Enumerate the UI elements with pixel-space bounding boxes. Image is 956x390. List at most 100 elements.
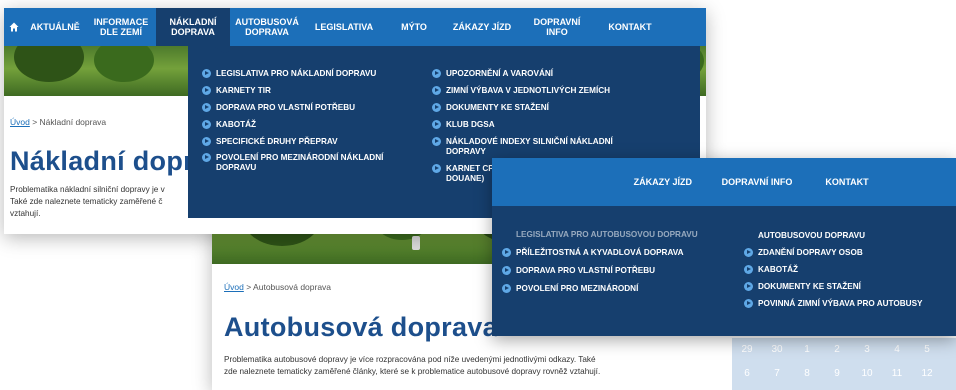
- calendar-day[interactable]: 9: [822, 368, 852, 379]
- main-nav: AKTUÁLNĚ INFORMACE DLE ZEMÍ NÁKLADNÍ DOP…: [4, 8, 706, 46]
- arrow-right-icon: [502, 248, 511, 257]
- mega-menu-item[interactable]: POVINNÁ ZIMNÍ VÝBAVA PRO AUTOBUSY: [744, 299, 954, 309]
- mega-menu-item-label: POVOLENÍ PRO MEZINÁRODNÍ: [516, 284, 639, 293]
- nav-myto[interactable]: MÝTO: [384, 8, 444, 46]
- mega-menu-item-label: DOKUMENTY KE STAŽENÍ: [758, 282, 861, 291]
- nav-zakazy-jizd[interactable]: ZÁKAZY JÍZD: [444, 8, 520, 46]
- mega-menu-item[interactable]: DOPRAVA PRO VLASTNÍ POTŘEBU: [202, 103, 412, 113]
- arrow-right-icon: [202, 153, 211, 162]
- intro-text: Problematika nákladní silniční dopravy j…: [10, 184, 200, 220]
- mega-menu-item-label: UPOZORNĚNÍ A VAROVÁNÍ: [446, 69, 554, 78]
- mega-menu-item[interactable]: KLUB DGSA: [432, 120, 642, 130]
- breadcrumb: Úvod > Autobusová doprava: [224, 282, 331, 292]
- main-nav: ZÁKAZY JÍZD DOPRAVNÍ INFO KONTAKT: [492, 158, 956, 206]
- calendar-day[interactable]: 29: [732, 344, 762, 355]
- mega-menu-item[interactable]: POVOLENÍ PRO MEZINÁRODNÍ: [502, 284, 740, 294]
- mega-menu-item[interactable]: ZDANĚNÍ DOPRAVY OSOB: [744, 248, 954, 258]
- mega-menu-item-label: PŘÍLEŽITOSTNÁ A KYVADLOVÁ DOPRAVA: [516, 248, 684, 257]
- intro-line: zde naleznete tematicky zaměřené články,…: [224, 367, 601, 376]
- intro-text: Problematika autobusové dopravy je více …: [224, 354, 704, 378]
- nav-aktualne[interactable]: AKTUÁLNĚ: [24, 8, 86, 46]
- calendar-day[interactable]: 2: [822, 344, 852, 355]
- calendar: 29 30 1 2 3 4 5 6 7 8 9 10 11 12: [732, 338, 956, 390]
- calendar-day[interactable]: 8: [792, 368, 822, 379]
- mega-menu-item[interactable]: NÁKLADOVÉ INDEXY SILNIČNÍ NÁKLADNÍ DOPRA…: [432, 137, 642, 157]
- home-icon: [9, 22, 19, 32]
- mega-menu-item-label: KABOTÁŽ: [758, 265, 799, 274]
- nav-kontakt[interactable]: KONTAKT: [594, 8, 666, 46]
- mega-menu-item-label: KLUB DGSA: [446, 120, 495, 129]
- breadcrumb-current: > Nákladní doprava: [29, 117, 107, 127]
- mega-menu-item-label: ZDANĚNÍ DOPRAVY OSOB: [758, 248, 863, 257]
- mega-menu-item[interactable]: DOKUMENTY KE STAŽENÍ: [744, 282, 954, 292]
- breadcrumb-home-link[interactable]: Úvod: [224, 282, 244, 292]
- mega-menu-item-label: DOKUMENTY KE STAŽENÍ: [446, 103, 549, 112]
- nav-kontakt[interactable]: KONTAKT: [802, 158, 892, 206]
- arrow-right-icon: [202, 69, 211, 78]
- mega-menu-item[interactable]: LEGISLATIVA PRO AUTOBUSOVOU DOPRAVU: [502, 230, 740, 240]
- arrow-right-icon: [744, 299, 753, 308]
- intro-line: vztahují.: [10, 209, 41, 218]
- nav-dopravni-info[interactable]: DOPRAVNÍ INFO: [520, 8, 594, 46]
- calendar-day[interactable]: 1: [792, 344, 822, 355]
- arrow-right-icon: [744, 282, 753, 291]
- mega-menu-item[interactable]: PŘÍLEŽITOSTNÁ A KYVADLOVÁ DOPRAVA: [502, 248, 740, 258]
- intro-line: Problematika nákladní silniční dopravy j…: [10, 185, 165, 194]
- nav-informace-dle-zemi[interactable]: INFORMACE DLE ZEMÍ: [86, 8, 156, 46]
- mega-menu-left: LEGISLATIVA PRO AUTOBUSOVOU DOPRAVU PŘÍLE…: [502, 230, 740, 302]
- calendar-day[interactable]: 7: [762, 368, 792, 379]
- intro-line: Také zde naleznete tematicky zaměřené č: [10, 197, 163, 206]
- mega-menu-item-label: AUTOBUSOVOU DOPRAVU: [758, 231, 866, 240]
- arrow-right-icon: [744, 265, 753, 274]
- mega-menu-item[interactable]: KABOTÁŽ: [744, 265, 954, 275]
- calendar-day[interactable]: 10: [852, 368, 882, 379]
- mega-menu-item-label: DOPRAVA PRO VLASTNÍ POTŘEBU: [516, 266, 656, 275]
- calendar-day[interactable]: 5: [912, 344, 942, 355]
- mega-menu-item[interactable]: KABOTÁŽ: [202, 120, 412, 130]
- mega-menu-item[interactable]: ZIMNÍ VÝBAVA V JEDNOTLIVÝCH ZEMÍCH: [432, 86, 642, 96]
- arrow-right-icon: [502, 266, 511, 275]
- nav-legislativa[interactable]: LEGISLATIVA: [304, 8, 384, 46]
- mega-menu-right: AUTOBUSOVOU DOPRAVU ZDANĚNÍ DOPRAVY OSOB K…: [744, 231, 954, 316]
- nav-nakladni-doprava[interactable]: NÁKLADNÍ DOPRAVA: [156, 8, 230, 46]
- mega-menu-item-label: DOPRAVA PRO VLASTNÍ POTŘEBU: [216, 103, 356, 112]
- mega-menu-item-label: KABOTÁŽ: [216, 120, 257, 129]
- mega-menu-item-label: SPECIFICKÉ DRUHY PŘEPRAV: [216, 137, 338, 146]
- arrow-right-icon: [432, 103, 441, 112]
- calendar-day[interactable]: 12: [912, 368, 942, 379]
- calendar-day[interactable]: 11: [882, 368, 912, 379]
- arrow-right-icon: [432, 137, 441, 146]
- nav-autobusova-doprava[interactable]: AUTOBUSOVÁ DOPRAVA: [230, 8, 304, 46]
- mega-menu-item-label: POVOLENÍ PRO MEZINÁRODNÍ NÁKLADNÍ DOPRAV…: [216, 153, 384, 172]
- mega-menu-item-label: NÁKLADOVÉ INDEXY SILNIČNÍ NÁKLADNÍ DOPRA…: [446, 137, 613, 156]
- mega-menu-item[interactable]: AUTOBUSOVOU DOPRAVU: [744, 231, 954, 241]
- breadcrumb-home-link[interactable]: Úvod: [10, 117, 30, 127]
- arrow-right-icon: [202, 137, 211, 146]
- mega-menu-item[interactable]: SPECIFICKÉ DRUHY PŘEPRAV: [202, 137, 412, 147]
- breadcrumb: Úvod > Nákladní doprava: [10, 117, 106, 127]
- arrow-right-icon: [432, 120, 441, 129]
- mega-menu-item[interactable]: POVOLENÍ PRO MEZINÁRODNÍ NÁKLADNÍ DOPRAV…: [202, 153, 412, 173]
- calendar-day[interactable]: 30: [762, 344, 792, 355]
- mega-menu-item-label: ZIMNÍ VÝBAVA V JEDNOTLIVÝCH ZEMÍCH: [446, 86, 611, 95]
- breadcrumb-current: > Autobusová doprava: [243, 282, 332, 292]
- mega-menu-item[interactable]: KARNETY TIR: [202, 86, 412, 96]
- arrow-right-icon: [502, 284, 511, 293]
- nav-dopravni-info[interactable]: DOPRAVNÍ INFO: [712, 158, 802, 206]
- arrow-right-icon: [432, 69, 441, 78]
- mega-menu-item-label: LEGISLATIVA PRO NÁKLADNÍ DOPRAVU: [216, 69, 377, 78]
- page-title: Autobusová doprava: [224, 312, 498, 342]
- mega-menu-autobusova-left: LEGISLATIVA PRO AUTOBUSOVOU DOPRAVU PŘÍLE…: [492, 222, 742, 336]
- calendar-day[interactable]: 4: [882, 344, 912, 355]
- calendar-day[interactable]: 3: [852, 344, 882, 355]
- nav-zakazy-jizd[interactable]: ZÁKAZY JÍZD: [492, 158, 712, 206]
- calendar-day[interactable]: 6: [732, 368, 762, 379]
- mega-menu-item[interactable]: UPOZORNĚNÍ A VAROVÁNÍ: [432, 69, 642, 79]
- mega-menu-item[interactable]: DOPRAVA PRO VLASTNÍ POTŘEBU: [502, 266, 740, 276]
- mega-menu-item[interactable]: LEGISLATIVA PRO NÁKLADNÍ DOPRAVU: [202, 69, 412, 79]
- mega-menu-item[interactable]: DOKUMENTY KE STAŽENÍ: [432, 103, 642, 113]
- mega-menu-item-label: POVINNÁ ZIMNÍ VÝBAVA PRO AUTOBUSY: [758, 299, 923, 308]
- intro-line: Problematika autobusové dopravy je více …: [224, 355, 596, 364]
- mega-menu-left: LEGISLATIVA PRO NÁKLADNÍ DOPRAVU KARNETY …: [202, 69, 412, 179]
- home-button[interactable]: [4, 8, 24, 46]
